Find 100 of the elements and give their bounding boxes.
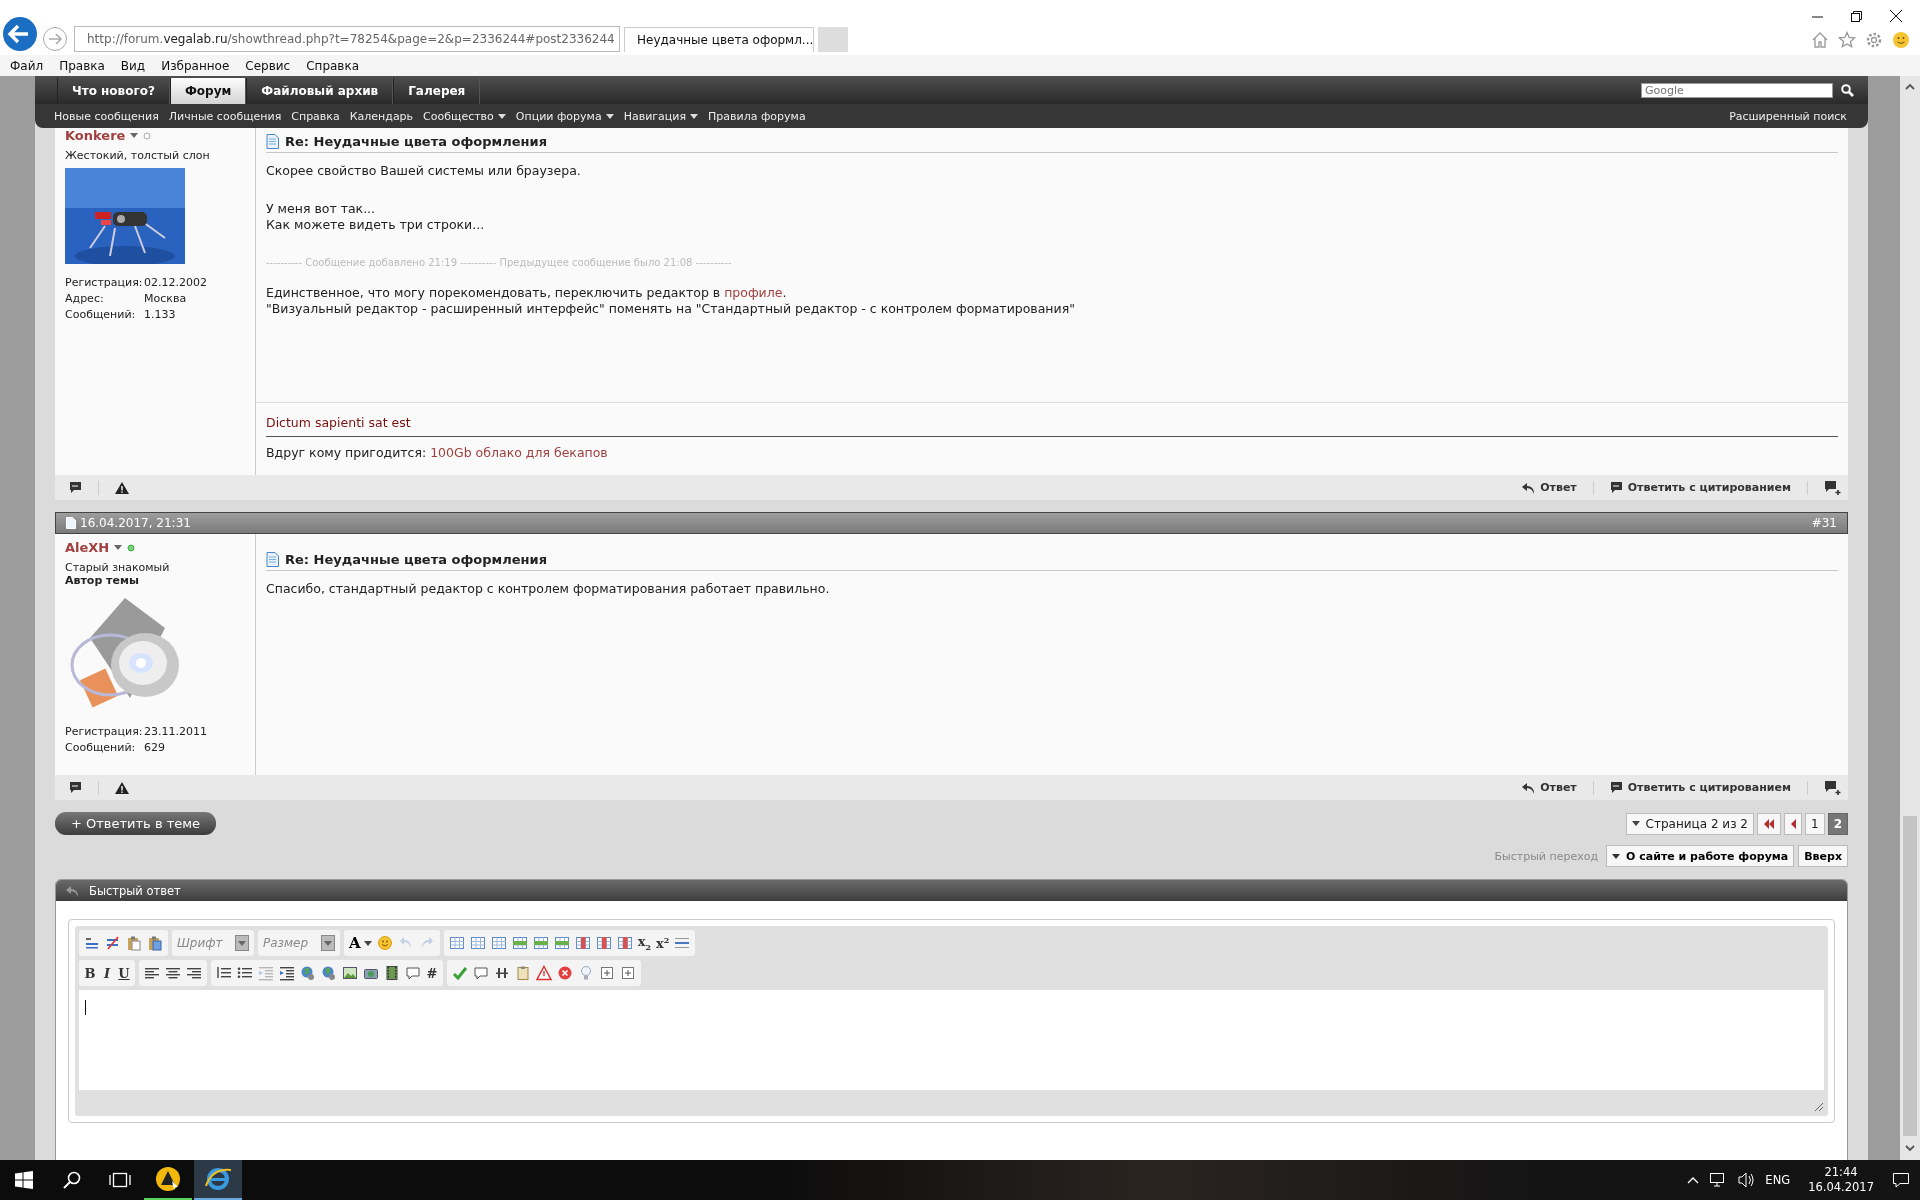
multiquote-icon[interactable] [1824, 480, 1842, 495]
bullet-list-icon[interactable] [237, 965, 253, 981]
nav-link[interactable]: Календарь [344, 109, 419, 123]
star-icon[interactable] [1838, 31, 1856, 49]
format-button[interactable]: x$_{2}$ [637, 934, 651, 952]
username-link[interactable]: AleXH [65, 540, 110, 555]
taskbar-button[interactable] [194, 1160, 242, 1200]
close-icon[interactable] [1890, 10, 1902, 22]
nav-link[interactable]: Справка [286, 109, 345, 123]
speech-bubble-icon[interactable] [405, 965, 421, 981]
align-left-icon[interactable] [144, 965, 160, 981]
menu-item[interactable]: Файл [2, 58, 52, 73]
nav-link[interactable]: Правила форума [703, 109, 811, 123]
paste-icon[interactable] [126, 935, 142, 951]
smiley-icon[interactable] [376, 935, 393, 951]
align-right-icon[interactable] [186, 965, 202, 981]
quote-reply-button[interactable]: Ответить с цитированием [1609, 481, 1791, 494]
table-column-icon[interactable] [595, 935, 612, 951]
signature-link[interactable]: 100Gb облако для бекапов [430, 445, 608, 460]
table-row-icon[interactable] [511, 935, 528, 951]
caret-icon[interactable] [114, 545, 123, 550]
table-row-icon[interactable] [532, 935, 549, 951]
clock[interactable]: 21:44 16.04.2017 [1808, 1165, 1874, 1195]
first-page-button[interactable] [1757, 812, 1781, 835]
reply-button[interactable]: Ответ [1522, 781, 1577, 794]
multiquote-icon[interactable] [1824, 780, 1842, 795]
numbered-list-icon[interactable] [216, 965, 232, 981]
nav-link[interactable]: Опции форума [510, 109, 619, 123]
bold-button[interactable]: B [84, 965, 96, 981]
menu-item[interactable]: Вид [112, 58, 154, 73]
caret-icon[interactable] [130, 133, 139, 138]
underline-button[interactable]: U [118, 965, 130, 981]
film-icon[interactable] [384, 965, 400, 981]
search-field[interactable]: Google [1641, 82, 1833, 98]
image-icon[interactable] [342, 965, 358, 981]
chevron-up-icon[interactable] [1687, 1176, 1700, 1184]
table-icon[interactable] [469, 935, 486, 951]
menu-item[interactable]: Правка [51, 58, 113, 73]
menu-item[interactable]: Избранное [153, 58, 238, 73]
box-icon[interactable] [599, 965, 615, 981]
globe-icon[interactable] [300, 965, 316, 981]
smiley-icon[interactable] [1892, 31, 1910, 49]
warning-icon[interactable] [115, 481, 129, 494]
nav-link[interactable]: Личные сообщения [163, 109, 287, 123]
previous-page-button[interactable] [1784, 812, 1802, 835]
table-row-icon[interactable] [553, 935, 570, 951]
notification-icon[interactable] [1892, 1172, 1910, 1188]
nav-tab[interactable]: Форум [169, 78, 247, 104]
align-center-icon[interactable] [165, 965, 181, 981]
quote-bubble-icon[interactable] [69, 781, 82, 794]
forum-select[interactable]: О сайте и работе форума [1606, 845, 1795, 867]
page-dropdown[interactable]: Страница 2 из 2 [1625, 812, 1754, 835]
top-button[interactable]: Вверх [1798, 845, 1848, 867]
username-link[interactable]: Konkere [65, 128, 126, 143]
resize-grip-icon[interactable] [1812, 1100, 1824, 1112]
strikethrough-icon[interactable] [494, 965, 510, 981]
warning-icon[interactable] [115, 781, 129, 794]
start-icon[interactable] [15, 1171, 33, 1189]
message-field[interactable] [79, 990, 1824, 1090]
table-icon[interactable] [448, 935, 465, 951]
paste-word-icon[interactable] [147, 935, 163, 951]
language-indicator[interactable]: ENG [1765, 1173, 1791, 1187]
table-icon[interactable] [490, 935, 507, 951]
nav-link[interactable]: Новые сообщения [49, 109, 164, 123]
page-link[interactable]: 1 [1805, 812, 1825, 835]
check-icon[interactable] [452, 965, 468, 981]
task-view-icon[interactable] [109, 1172, 131, 1188]
font-color-button[interactable]: A [349, 934, 372, 952]
address-bar[interactable]: http://forum.vegalab.ru/showthread.php?t=78254&page=2&p=2336244#post2336244 [74, 26, 620, 52]
page-link[interactable]: 2 [1827, 812, 1848, 835]
text-style-icon[interactable] [84, 935, 100, 951]
clipboard-icon[interactable] [515, 965, 531, 981]
nav-link[interactable]: Сообщество [418, 109, 511, 123]
clear-style-icon[interactable] [105, 935, 121, 951]
menu-item[interactable]: Сервис [237, 58, 299, 73]
scrollbar-thumb[interactable] [1903, 816, 1917, 1136]
home-icon[interactable] [1811, 31, 1829, 49]
italic-button[interactable]: I [101, 965, 113, 981]
nav-link[interactable]: Навигация [618, 109, 704, 123]
volume-icon[interactable] [1737, 1172, 1756, 1188]
quote-bubble-icon[interactable] [69, 481, 82, 494]
speech-bubble-icon[interactable] [473, 965, 489, 981]
restore-icon[interactable] [1851, 10, 1862, 22]
settings-icon[interactable] [1865, 31, 1883, 49]
menu-item[interactable]: Справка [298, 58, 368, 73]
box-icon[interactable] [620, 965, 636, 981]
search-icon[interactable] [63, 1171, 81, 1189]
indent-icon[interactable] [279, 965, 295, 981]
table-column-icon[interactable] [574, 935, 591, 951]
rule-icon[interactable] [674, 935, 691, 951]
nav-link[interactable]: Расширенный поиск [1724, 109, 1852, 123]
quote-reply-button[interactable]: Ответить с цитированием [1609, 781, 1791, 794]
back-button[interactable] [2, 16, 38, 52]
error-icon[interactable] [557, 965, 573, 981]
table-column-icon[interactable] [616, 935, 633, 951]
format-button[interactable]: x$^{2}$ [656, 934, 670, 952]
search-icon[interactable] [1841, 83, 1854, 97]
reply-button[interactable]: Ответ [1522, 481, 1577, 494]
reply-in-thread-button[interactable]: + Ответить в теме [55, 812, 217, 835]
format-button[interactable]: # [426, 965, 438, 981]
